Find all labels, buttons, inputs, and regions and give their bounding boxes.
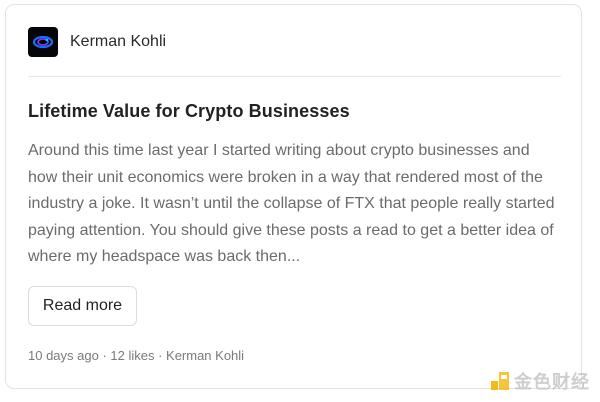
author-avatar-icon[interactable] (28, 27, 58, 57)
post-excerpt: Around this time last year I started wri… (28, 142, 555, 265)
post-meta: 10 days ago · 12 likes · Kerman Kohli (28, 348, 245, 363)
watermark-text: 金色财经 (514, 372, 590, 392)
post-title[interactable]: Lifetime Value for Crypto Businesses (28, 101, 350, 122)
watermark: 金色财经 (490, 368, 590, 394)
post-header: Kerman Kohli (28, 26, 166, 58)
read-more-button[interactable]: Read more (28, 286, 137, 326)
author-name[interactable]: Kerman Kohli (70, 33, 166, 51)
header-divider (28, 76, 561, 77)
golden-logo-icon (491, 372, 509, 390)
post-card: Kerman Kohli Lifetime Value for Crypto B… (5, 4, 582, 389)
